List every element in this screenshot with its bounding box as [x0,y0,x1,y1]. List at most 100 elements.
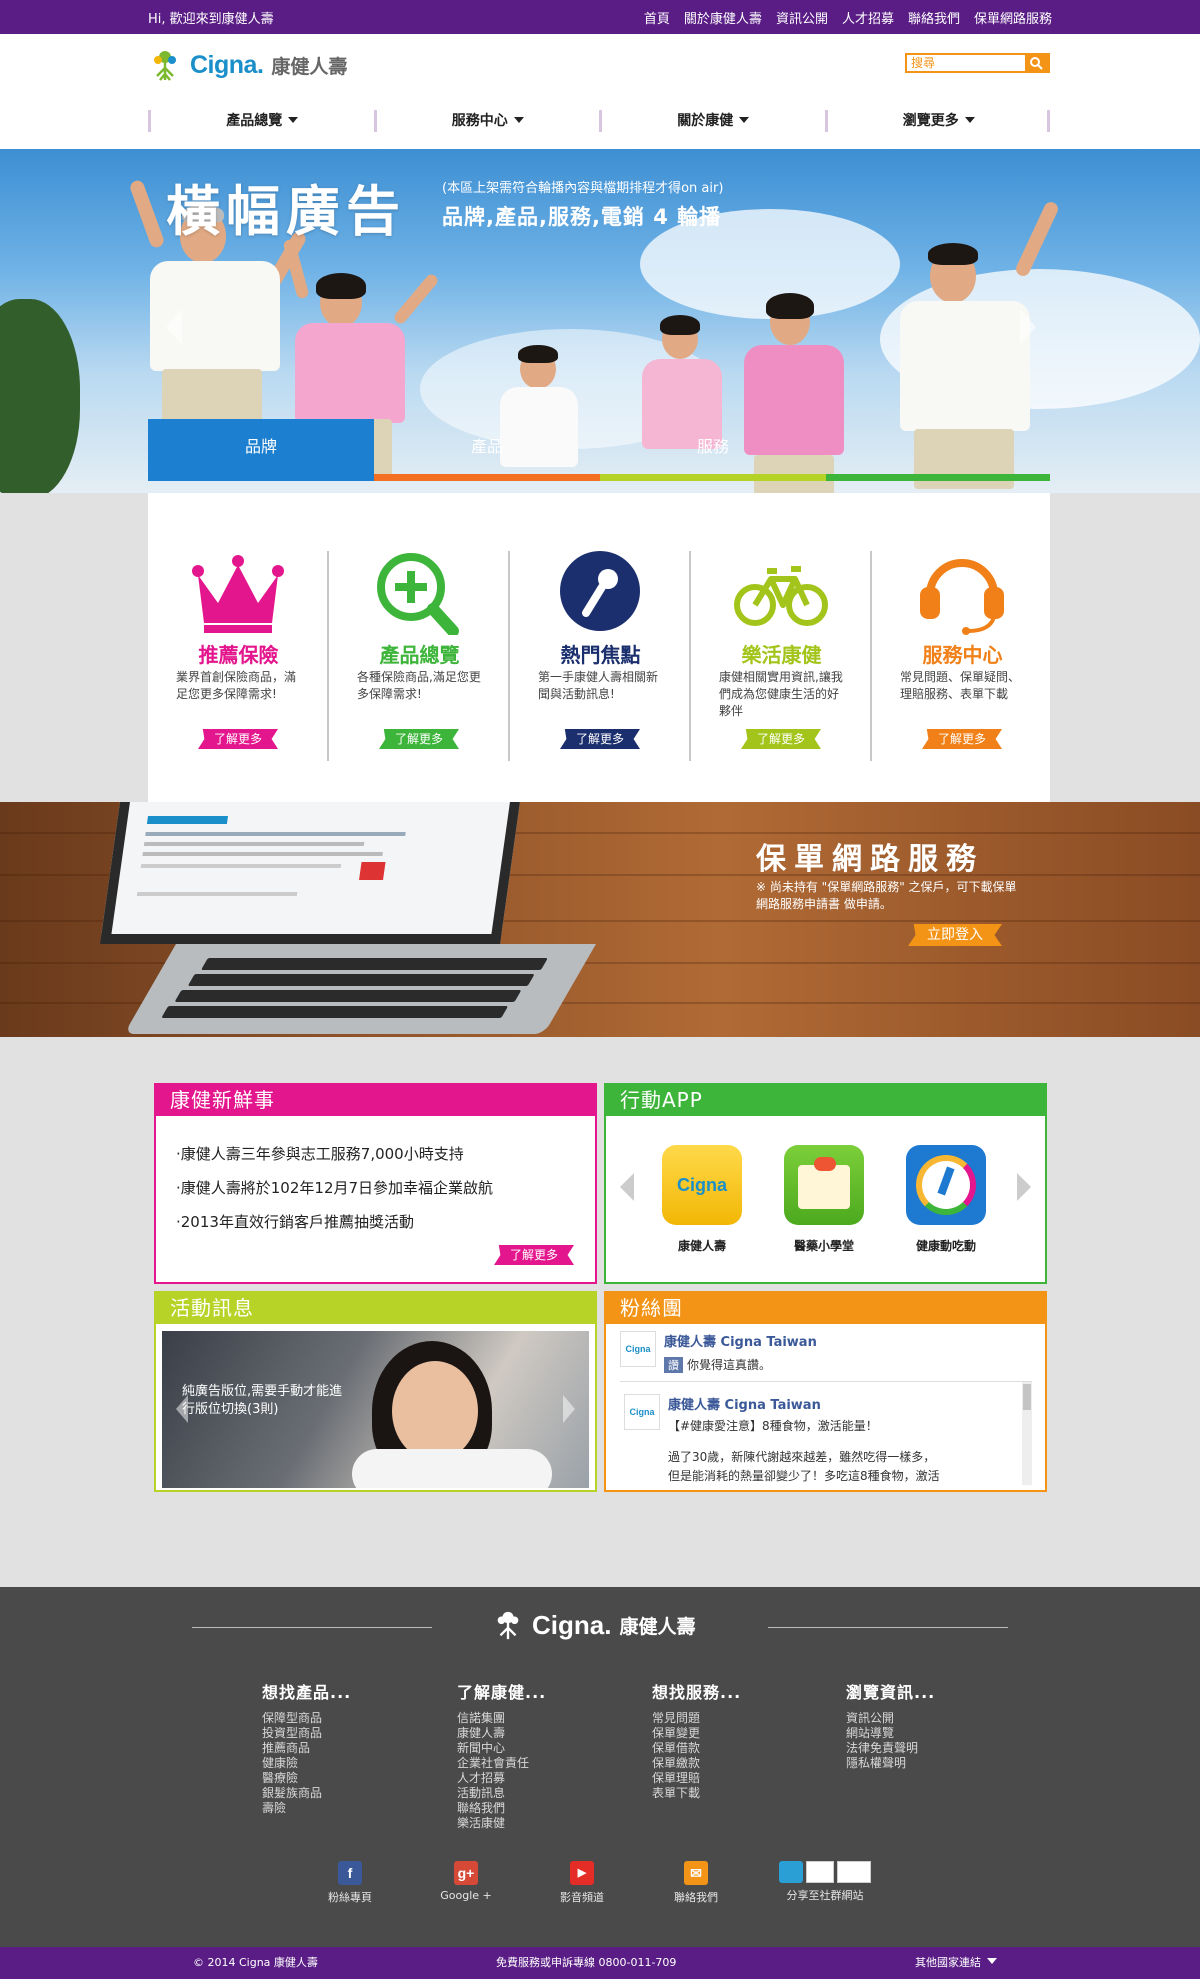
feature-desc: 常見問題、保單疑問、理賠服務、表單下載 [900,670,1021,701]
learn-more-button[interactable]: 了解更多 [198,729,278,749]
learn-more-button[interactable]: 了解更多 [922,729,1002,749]
footer-link[interactable]: 保障型商品 [262,1711,442,1726]
top-link-about[interactable]: 關於康健人壽 [684,8,762,27]
footer-link[interactable]: 隱私權聲明 [846,1756,1026,1771]
feature-lohas: 樂活康健 康健相關實用資訊,讓我們成為您健康生活的好夥伴 了解更多 [691,551,872,761]
fb-like-text: 你覺得這真讚。 [687,1358,772,1372]
tree-icon [497,1611,519,1640]
chevron-down-icon [739,117,750,123]
footer-link[interactable]: 推薦商品 [262,1741,442,1756]
news-more-button[interactable]: 了解更多 [494,1245,574,1265]
nav-products[interactable]: 產品總覽 [148,110,374,132]
fb-post-body: 過了30歲，新陳代謝越來越差，雖然吃得一樣多， [668,1450,936,1464]
nav-about-label: 關於康健 [677,113,734,129]
footer-link[interactable]: 醫療險 [262,1771,442,1786]
footer-link[interactable]: 保單變更 [652,1726,832,1741]
footer-link[interactable]: 網站導覽 [846,1726,1026,1741]
app-health-move[interactable]: 健康動吃動 [896,1145,996,1254]
top-links: 首頁 關於康健人壽 資訊公開 人才招募 聯絡我們 保單網路服務 [644,8,1052,27]
footer-logo: Cigna. 康健人壽 [492,1609,695,1641]
footer-link[interactable]: 保單理賠 [652,1771,832,1786]
search-button[interactable] [1025,55,1048,71]
footer-col-products: 想找產品... 保障型商品 投資型商品 推薦商品 健康險 醫療險 銀髮族商品 壽… [262,1679,442,1816]
learn-more-button[interactable]: 了解更多 [741,729,821,749]
search-input[interactable] [907,55,1025,71]
social-label: 粉絲專頁 [328,1891,372,1904]
hero-tab-brand[interactable]: 品牌 [148,419,374,481]
footer-link[interactable]: 新聞中心 [457,1741,637,1756]
footer-link[interactable]: 活動訊息 [457,1786,637,1801]
chevron-right-icon[interactable] [563,1395,575,1423]
footer-link[interactable]: 法律免責聲明 [846,1741,1026,1756]
footer-link[interactable]: 常見問題 [652,1711,832,1726]
top-link-careers[interactable]: 人才招募 [842,8,894,27]
social-google-plus[interactable]: g+ Google + [434,1861,498,1902]
footer-link[interactable]: 人才招募 [457,1771,637,1786]
hero-tab-service[interactable]: 服務 [600,419,826,481]
top-link-disclosure[interactable]: 資訊公開 [776,8,828,27]
feature-title: 熱門焦點 [560,643,641,667]
brand-name-zh: 康健人壽 [271,55,348,78]
chevron-right-icon[interactable] [1017,1173,1031,1201]
social-contact[interactable]: ✉ 聯絡我們 [664,1861,728,1905]
footer-link[interactable]: 聯絡我們 [457,1801,637,1816]
share-icon[interactable] [779,1861,803,1883]
nav-service[interactable]: 服務中心 [373,110,600,132]
scrollbar[interactable] [1022,1382,1032,1485]
news-item[interactable]: ·2013年直效行銷客戶推薦抽獎活動 [176,1211,493,1232]
footer-link[interactable]: 康健人壽 [457,1726,637,1741]
app-cigna[interactable]: Cigna 康健人壽 [652,1145,752,1254]
footer-link[interactable]: 銀髮族商品 [262,1786,442,1801]
fb-like-button[interactable]: 讚 [664,1357,683,1373]
nav-about[interactable]: 關於康健 [599,110,825,132]
social-youtube[interactable]: ▶ 影音頻道 [550,1861,614,1905]
footer-link[interactable]: 企業社會責任 [457,1756,637,1771]
top-link-home[interactable]: 首頁 [644,8,670,27]
footer-link[interactable]: 保單借款 [652,1741,832,1756]
learn-more-button[interactable]: 了解更多 [560,729,640,749]
footer-link[interactable]: 信諾集團 [457,1711,637,1726]
hero-tab-product[interactable]: 產品 [374,419,600,481]
chevron-left-icon[interactable] [176,1395,188,1423]
news-item[interactable]: ·康健人壽三年參與志工服務7,000小時支持 [176,1143,493,1164]
footer-link[interactable]: 資訊公開 [846,1711,1026,1726]
footer-link[interactable]: 壽險 [262,1801,442,1816]
footer-col-about: 了解康健... 信諾集團 康健人壽 新聞中心 企業社會責任 人才招募 活動訊息 … [457,1679,637,1831]
footer-link[interactable]: 健康險 [262,1756,442,1771]
feature-title: 樂活康健 [741,643,822,667]
news-item[interactable]: ·康健人壽將於102年12月7日參加幸福企業啟航 [176,1177,493,1198]
footer-link[interactable]: 表單下載 [652,1786,832,1801]
login-button[interactable]: 立即登入 [908,924,1002,946]
nav-more[interactable]: 瀏覽更多 [824,110,1051,132]
other-countries-link[interactable]: 其他國家連結 [915,1947,997,1979]
google-plus-one-icon[interactable] [806,1861,834,1883]
hero-prev-arrow[interactable] [166,309,182,345]
learn-more-button[interactable]: 了解更多 [379,729,459,749]
fb-post-name[interactable]: 康健人壽 Cigna Taiwan [668,1394,940,1413]
online-service-banner: 保單網路服務 ※ 尚未持有 "保單網路服務" 之保戶，可下載保單網路服務申請書 … [0,802,1200,1037]
social-facebook[interactable]: f 粉絲專頁 [318,1861,382,1905]
footer-link[interactable]: 樂活康健 [457,1816,637,1831]
fb-page-name[interactable]: 康健人壽 Cigna Taiwan [664,1331,817,1350]
event-text: 純廣告版位,需要手動才能進行版位切換(3則) [182,1384,343,1417]
hero-next-arrow[interactable] [1020,309,1036,345]
top-link-contact[interactable]: 聯絡我們 [908,8,960,27]
online-service-title: 保單網路服務 [756,842,984,877]
magnifier-plus-icon [377,553,459,635]
facebook-share-icon[interactable] [837,1861,871,1883]
cigna-logo[interactable]: Cigna. 康健人壽 [148,48,347,82]
bicycle-icon [734,566,828,626]
feature-desc: 各種保險商品,滿足您更多保障需求! [357,670,481,701]
top-link-policy-online[interactable]: 保單網路服務 [974,8,1052,27]
app-medicine[interactable]: 醫藥小學堂 [774,1145,874,1254]
greeting-text: Hi, 歡迎來到康健人壽 [148,12,274,27]
hero-note: (本區上架需符合輪播內容與檔期排程才得on air) [442,181,724,196]
footer-link[interactable]: 保單繳款 [652,1756,832,1771]
chevron-left-icon[interactable] [620,1173,634,1201]
social-share[interactable]: 分享至社群網站 [770,1861,880,1903]
footer-link[interactable]: 投資型商品 [262,1726,442,1741]
mail-icon: ✉ [684,1861,708,1885]
footer-brand-zh: 康健人壽 [619,1615,696,1638]
feature-desc: 第一手康健人壽相關新聞與活動訊息! [538,670,659,701]
medicine-book-icon [784,1145,864,1225]
